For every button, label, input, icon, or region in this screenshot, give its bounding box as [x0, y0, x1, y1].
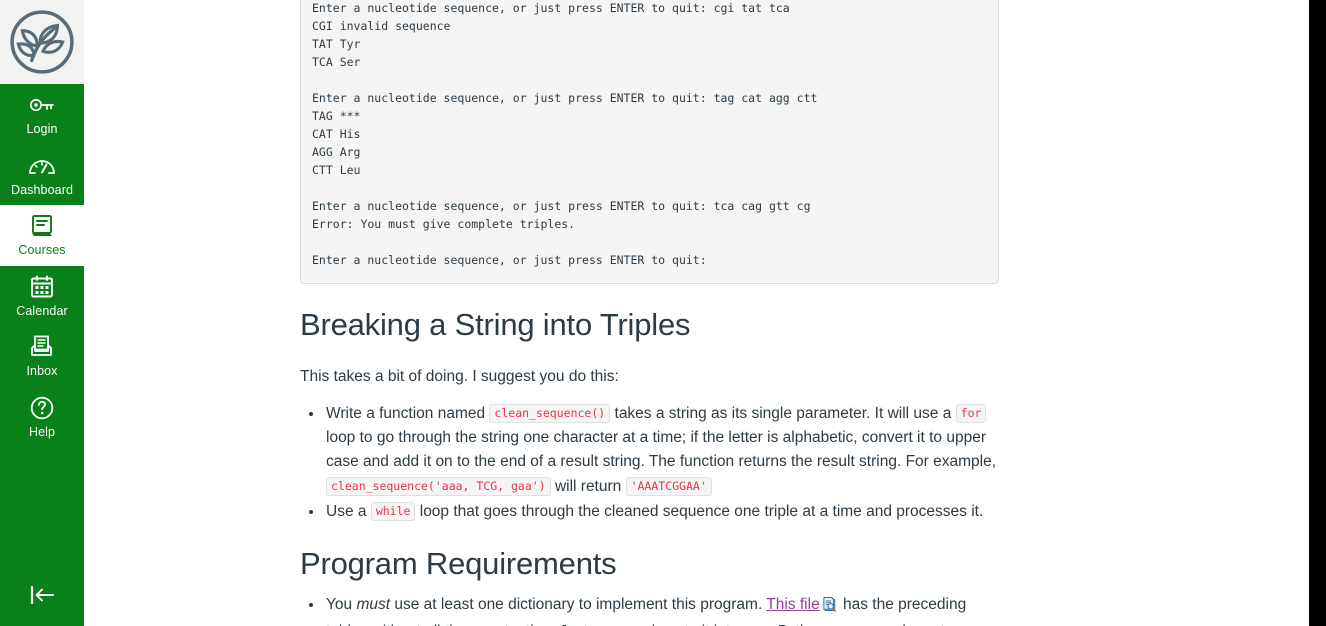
emphasis-text: must — [356, 596, 391, 614]
this-file-link[interactable]: This file — [766, 596, 819, 613]
list-item: Write a function named clean_sequence() … — [324, 401, 1000, 499]
key-icon — [28, 92, 56, 118]
bullet-text: will return — [550, 477, 626, 495]
inline-code: while — [370, 501, 416, 521]
calendar-icon — [29, 274, 55, 300]
leaf-logo-icon — [9, 9, 75, 75]
bullet-text: takes a string as its single parameter. … — [610, 404, 956, 422]
sidebar-item-label: Calendar — [16, 303, 68, 318]
inline-code: clean_sequence() — [489, 403, 611, 423]
triples-intro-paragraph: This takes a bit of doing. I suggest you… — [300, 367, 619, 385]
sidebar-item-label: Inbox — [26, 364, 58, 378]
list-item: Use a while loop that goes through the c… — [324, 499, 1000, 524]
bullet-text: loop that goes through the cleaned seque… — [415, 502, 984, 520]
section-heading-requirements: Program Requirements — [300, 545, 617, 581]
bullet-text: loop to go through the string one charac… — [326, 428, 997, 470]
sidebar-item-label: Login — [26, 122, 58, 136]
sidebar-item-help[interactable]: Help — [0, 387, 84, 448]
inline-code: clean_sequence('aaa, TCG, gaa') — [326, 476, 551, 496]
inline-code: 'AAATCGGAA' — [625, 476, 712, 496]
sidebar-item-label: Dashboard — [10, 182, 74, 197]
inline-code: for — [955, 403, 987, 423]
terminal-output-text: Enter a nucleotide sequence, or just pre… — [312, 1, 818, 267]
requirements-bullet-list: You must use at least one dictionary to … — [300, 593, 1000, 626]
right-black-band — [1309, 0, 1326, 626]
app-screen: Login Dashboard Courses Calendar Inbox H… — [0, 0, 1326, 626]
sidebar-collapse-button[interactable] — [0, 568, 84, 626]
bullet-text: You — [326, 596, 357, 614]
sidebar-item-inbox[interactable]: Inbox — [0, 326, 84, 387]
course-page-content: Enter a nucleotide sequence, or just pre… — [84, 0, 1326, 626]
institution-logo[interactable] — [0, 0, 84, 84]
sidebar-item-label: Help — [28, 424, 56, 439]
terminal-output-block: Enter a nucleotide sequence, or just pre… — [300, 0, 999, 284]
list-item: You must use at least one dictionary to … — [324, 593, 1000, 626]
bullet-text: Write a function named — [326, 404, 490, 422]
document-preview-icon[interactable] — [822, 596, 837, 620]
bullet-text: Use a — [326, 502, 371, 520]
bullet-text: use at least one dictionary to implement… — [390, 596, 767, 614]
question-circle-icon — [29, 395, 55, 421]
gauge-icon — [27, 153, 57, 179]
collapse-left-icon — [26, 583, 58, 612]
sidebar-item-courses[interactable]: Courses — [0, 205, 84, 266]
sidebar-item-calendar[interactable]: Calendar — [0, 266, 84, 327]
assignment-body: Enter a nucleotide sequence, or just pre… — [300, 0, 1000, 626]
book-icon — [29, 213, 55, 239]
triples-bullet-list: Write a function named clean_sequence() … — [300, 401, 1000, 524]
global-nav-sidebar: Login Dashboard Courses Calendar Inbox H… — [0, 0, 84, 626]
sidebar-item-label: Courses — [18, 243, 66, 257]
inbox-icon — [29, 334, 55, 360]
section-heading-triples: Breaking a String into Triples — [300, 307, 691, 342]
sidebar-item-login[interactable]: Login — [0, 84, 84, 145]
sidebar-item-dashboard[interactable]: Dashboard — [0, 145, 84, 206]
